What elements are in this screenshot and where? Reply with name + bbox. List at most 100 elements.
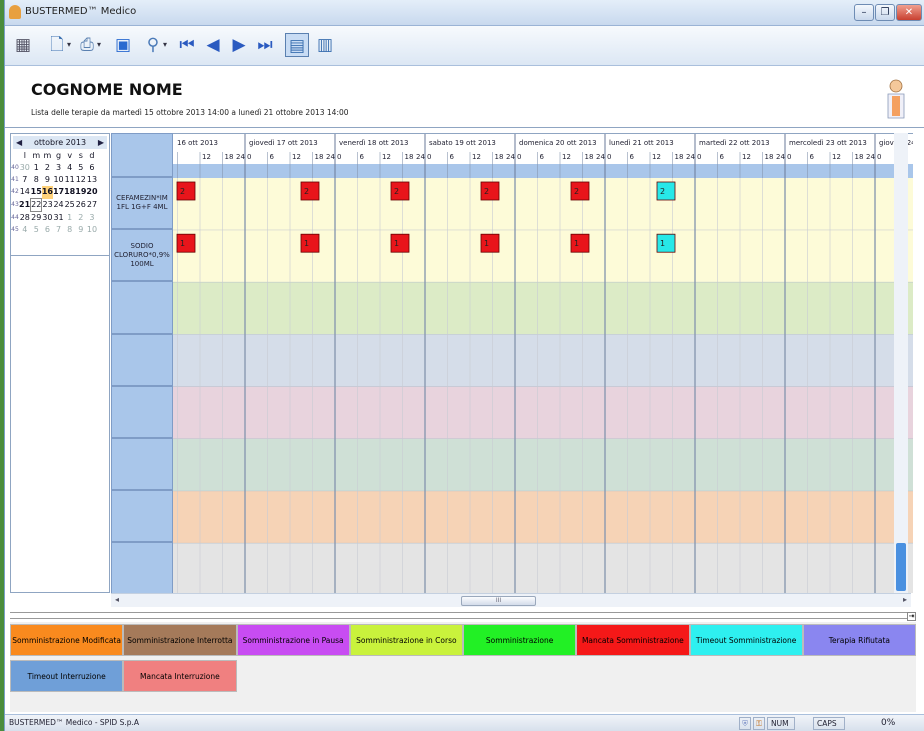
splitter[interactable]: ⇥ [10,612,916,621]
dropdown-arrow-icon[interactable]: ▾ [97,40,101,49]
drug-row-label[interactable] [111,281,173,334]
drug-row-label[interactable] [111,385,173,438]
timeline-ruler [173,164,913,178]
page-preview-icon[interactable]: 🗋 [45,33,69,57]
calendar-day[interactable]: 9 [42,174,53,186]
hour-tick-label: 18 [765,153,774,161]
calendar-day[interactable]: 31 [53,212,64,225]
view-panel-icon[interactable]: ▣ [111,33,135,57]
patient-icon[interactable]: ⚲ [141,33,165,57]
calendar-day[interactable]: 13 [86,174,97,186]
previous-record-icon[interactable]: ◀ [201,33,225,57]
calendar-day[interactable]: 27 [86,199,97,212]
last-record-icon[interactable]: ⏭ [253,33,277,57]
close-button[interactable]: ✕ [896,4,922,21]
week-number[interactable]: 44 [11,212,19,225]
calendar-day[interactable]: 25 [64,199,75,212]
legend-item: Timeout Somministrazione [689,624,803,656]
shield-icon: ⛨ [739,717,751,730]
calendar-day[interactable]: 20 [86,186,97,199]
page-title: COGNOME NOME [31,80,183,99]
calendar-day[interactable]: 4 [64,162,75,174]
calendar-day[interactable]: 2 [42,162,53,174]
week-number[interactable]: 45 [11,224,19,236]
first-record-icon[interactable]: ⏮ [175,33,199,57]
calendar-day[interactable]: 7 [19,174,31,186]
calendar-view-icon[interactable]: ▤ [285,33,309,57]
calendar-day[interactable]: 28 [19,212,31,225]
next-month-icon[interactable]: ▶ [98,136,104,149]
calendar-day[interactable]: 3 [86,212,97,225]
calendar-day[interactable]: 23 [42,199,53,212]
drug-row-label[interactable] [111,490,173,543]
vertical-scrollbar[interactable] [894,133,908,593]
calendar-day[interactable]: 5 [75,162,86,174]
calendar-day[interactable]: 24 [53,199,64,212]
horizontal-scrollbar[interactable]: ◂ III ▸ [111,593,911,607]
calendar-day[interactable]: 10 [86,224,97,236]
hour-tick-label: 0 [877,153,881,161]
drug-row-label[interactable]: SODIO CLORURO*0,9% 100ML [111,229,173,282]
hour-tick-label: 0 [787,153,791,161]
calendar-day[interactable]: 11 [64,174,75,186]
calendar-day[interactable]: 12 [75,174,86,186]
next-record-icon[interactable]: ▶ [227,33,251,57]
collapse-icon[interactable]: ⇥ [907,612,916,621]
calendar-day[interactable]: 22 [30,198,43,212]
dropdown-arrow-icon[interactable]: ▾ [163,40,167,49]
calendar-day[interactable]: 6 [42,224,53,236]
week-number[interactable]: 42 [11,186,19,199]
calendar-day[interactable]: 15 [31,186,42,199]
calendar-day[interactable]: 10 [53,174,64,186]
weekday-label: v [67,151,73,160]
calendar-day[interactable]: 1 [31,162,42,174]
maximize-button[interactable]: ❐ [875,4,895,21]
hour-tick-label: 12 [202,153,211,161]
hour-tick-label: 12 [832,153,841,161]
prev-month-icon[interactable]: ◀ [16,136,22,149]
calendar-day[interactable]: 29 [31,212,42,225]
dose-count-label: 2 [574,187,579,196]
calendar-day[interactable]: 17 [53,186,64,199]
calendar-day[interactable]: 4 [19,224,31,236]
hour-tick-label: 24 [596,153,605,161]
drug-row-label[interactable] [111,438,173,491]
drug-row-label[interactable] [111,333,173,386]
calendar-day[interactable]: 2 [75,212,86,225]
horizontal-scroll-thumb[interactable]: III [461,596,536,606]
table-view-icon[interactable]: ▥ [313,33,337,57]
calendar-day[interactable]: 16 [41,186,53,199]
calendar-day[interactable]: 21 [19,199,31,212]
calendar-day[interactable]: 19 [75,186,86,199]
minimize-button[interactable]: – [854,4,874,21]
calendar-day[interactable]: 14 [19,186,31,199]
calendar-day[interactable]: 26 [75,199,86,212]
print-icon[interactable]: ⎙ [75,33,99,57]
drug-row-label[interactable]: CEFAMEZIN*IM 1FL 1G+F 4ML [111,177,173,230]
scroll-right-icon[interactable]: ▸ [903,595,907,604]
week-number[interactable]: 43 [11,199,19,212]
calendar-day[interactable]: 1 [64,212,75,225]
calendar-icon[interactable]: ▦ [11,33,35,57]
calendar-day[interactable]: 6 [86,162,97,174]
hour-tick-label: 18 [315,153,324,161]
week-number[interactable]: 41 [11,174,19,186]
calendar-day[interactable]: 8 [31,174,42,186]
drug-row-label[interactable] [111,542,173,595]
week-number[interactable]: 40 [11,162,19,174]
calendar-day[interactable]: 18 [64,186,75,199]
scroll-left-icon[interactable]: ◂ [115,595,119,604]
calendar-day[interactable]: 7 [53,224,64,236]
calendar-day[interactable]: 3 [53,162,64,174]
dropdown-arrow-icon[interactable]: ▾ [67,40,71,49]
calendar-day[interactable]: 8 [64,224,75,236]
hour-tick-label: 24 [416,153,425,161]
legend-item: Mancata Interruzione [123,660,237,692]
calendar-day[interactable]: 30 [42,212,53,225]
calendar-day[interactable]: 30 [19,162,31,174]
hour-tick-label: 18 [495,153,504,161]
vertical-scroll-thumb[interactable] [896,543,906,591]
calendar-day[interactable]: 5 [31,224,42,236]
schedule-row-band [173,178,913,231]
calendar-day[interactable]: 9 [75,224,86,236]
